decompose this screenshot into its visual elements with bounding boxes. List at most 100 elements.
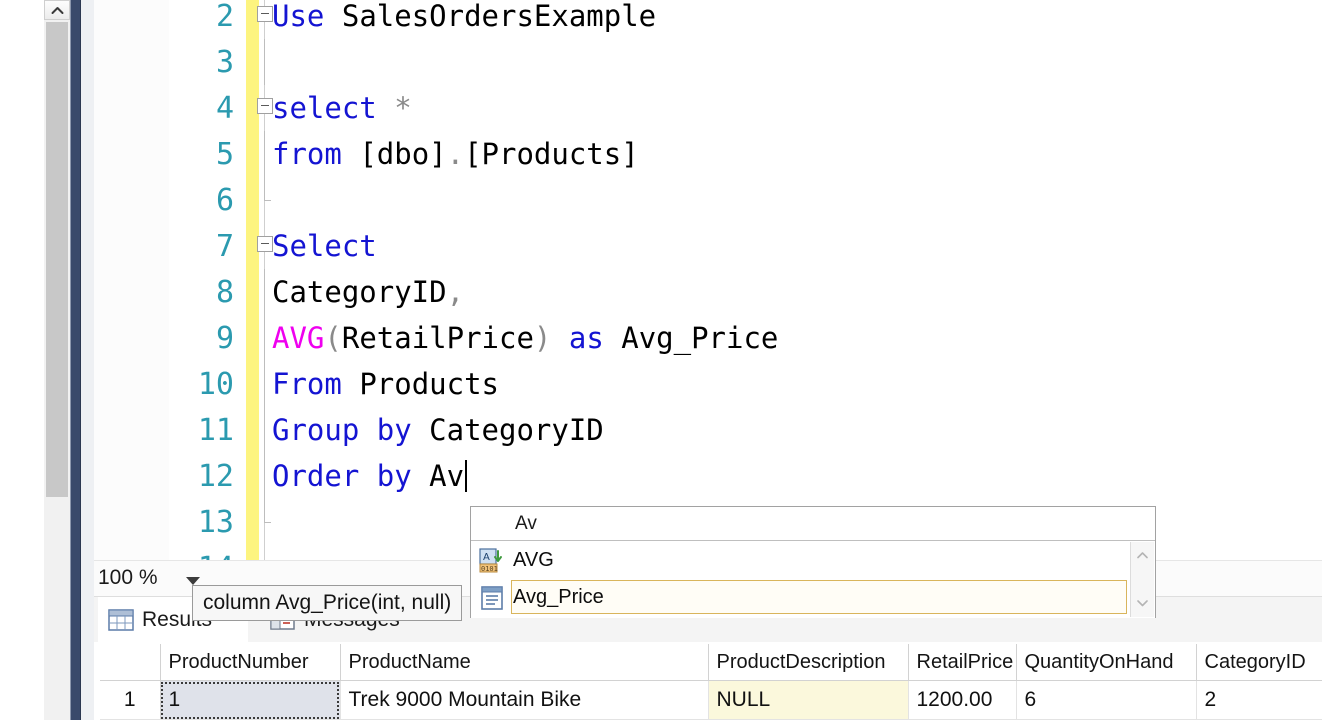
line-number: 13 — [197, 504, 234, 540]
code-token: CategoryID — [429, 413, 604, 447]
code-line[interactable]: 10 From Products — [94, 361, 1322, 407]
column-header[interactable]: ProductDescription — [708, 644, 909, 681]
line-number: 6 — [215, 182, 234, 218]
editor-vertical-scrollbar[interactable] — [44, 0, 71, 720]
scroll-up-button[interactable] — [44, 0, 70, 20]
table-cell[interactable]: 1200.00 — [908, 680, 1017, 720]
column-header[interactable]: ProductNumber — [160, 644, 341, 681]
column-header[interactable]: RetailPrice — [908, 644, 1017, 681]
line-number: 11 — [197, 412, 234, 448]
svg-text:0101: 0101 — [481, 565, 498, 573]
code-token: . — [446, 137, 465, 171]
code-line[interactable]: 8 CategoryID, — [94, 269, 1322, 315]
code-line[interactable]: 11 Group by CategoryID — [94, 407, 1322, 453]
table-cell[interactable]: 1 — [160, 680, 341, 720]
table-cell[interactable]: 2 — [1196, 680, 1322, 720]
intellisense-completion-popup[interactable]: Av A 0101 AVG Avg_Price — [470, 506, 1156, 618]
intellisense-item-label: AVG — [513, 549, 554, 571]
line-number: 9 — [215, 320, 234, 356]
code-line[interactable]: 2 Use SalesOrdersExample — [94, 0, 1322, 39]
collapse-toggle-icon[interactable] — [257, 6, 273, 22]
code-line-text: Use SalesOrdersExample — [272, 0, 656, 39]
column-header[interactable]: CategoryID — [1196, 644, 1322, 681]
code-token: SalesOrdersExample — [341, 0, 657, 33]
zoom-dropdown-arrow-icon[interactable] — [186, 577, 200, 585]
table-cell[interactable]: 6 — [1016, 680, 1197, 720]
code-line-text: Group by CategoryID — [272, 407, 604, 453]
code-token: From — [272, 367, 342, 401]
code-line-text: select * — [272, 85, 412, 131]
window-edge-strip — [70, 0, 81, 720]
column-icon — [481, 585, 503, 610]
collapse-toggle-icon[interactable] — [257, 236, 273, 252]
zoom-level-label: 100 % — [98, 566, 158, 589]
editor-outer-gap — [81, 0, 94, 720]
fold-region-end-icon — [264, 522, 271, 523]
code-line[interactable]: 6 — [94, 177, 1322, 223]
code-line[interactable]: 5 from [dbo]. [Products] — [94, 131, 1322, 177]
code-token: from — [272, 137, 342, 171]
intellisense-scroll-up-button[interactable] — [1131, 544, 1154, 566]
code-token: ( — [324, 321, 342, 355]
table-cell[interactable]: Trek 9000 Mountain Bike — [340, 680, 709, 720]
code-line-text: Select — [272, 223, 377, 269]
code-token: [dbo] — [359, 137, 447, 171]
code-token: AVG — [272, 321, 325, 355]
code-token: select — [272, 91, 377, 125]
code-token: as — [568, 321, 604, 355]
collapse-toggle-icon[interactable] — [257, 98, 273, 114]
code-line[interactable]: 7 Select — [94, 223, 1322, 269]
column-header[interactable]: ProductName — [340, 644, 709, 681]
code-token: , — [446, 275, 465, 309]
intellisense-tooltip: column Avg_Price(int, null) — [192, 585, 463, 621]
code-line-text: CategoryID, — [272, 269, 464, 315]
code-token: * — [394, 91, 412, 125]
fold-guide-line — [264, 315, 265, 361]
scrollbar-thumb[interactable] — [46, 22, 68, 497]
grid-icon — [108, 609, 134, 631]
code-token: ) — [533, 321, 552, 355]
table-header-row: ProductNumber ProductName ProductDescripti… — [100, 644, 1322, 681]
row-number-header[interactable]: 1 — [100, 680, 161, 720]
fold-region-end-icon — [264, 200, 271, 201]
intellisense-scrollbar[interactable] — [1130, 542, 1154, 617]
chevron-up-icon — [1137, 552, 1148, 559]
aggregate-function-icon: A 0101 — [479, 547, 502, 573]
text-cursor — [465, 460, 468, 492]
left-margin — [0, 0, 44, 720]
intellisense-filter-text: Av — [471, 507, 1155, 541]
fold-guide-line — [264, 131, 265, 177]
code-line[interactable]: 3 — [94, 39, 1322, 85]
code-token: Order by — [272, 459, 412, 493]
intellisense-item[interactable]: Avg_Price — [471, 579, 1155, 616]
code-token: Av — [429, 459, 465, 493]
results-table: ProductNumber ProductName ProductDescripti… — [100, 644, 1322, 720]
column-icon — [479, 585, 505, 611]
row-header-corner[interactable] — [100, 644, 161, 681]
code-line[interactable]: 9 AVG(RetailPrice) as Avg_Price — [94, 315, 1322, 361]
fold-guide-line — [264, 39, 265, 85]
code-line-text: from [dbo]. [Products] — [272, 131, 639, 177]
intellisense-item-list[interactable]: A 0101 AVG Avg_Price — [471, 542, 1155, 618]
code-token: [Products] — [464, 137, 639, 171]
fold-guide-line — [264, 407, 265, 453]
aggregate-function-icon: A 0101 — [479, 547, 505, 574]
code-line[interactable]: 12 Order by Av — [94, 453, 1322, 499]
fold-guide-line — [264, 269, 265, 315]
results-grid[interactable]: ProductNumber ProductName ProductDescripti… — [100, 644, 1322, 720]
sql-code-editor[interactable]: 2 Use SalesOrdersExample 3 4 select * 5 from [… — [94, 0, 1322, 560]
column-header[interactable]: QuantityOnHand — [1016, 644, 1197, 681]
table-cell[interactable]: NULL — [708, 680, 909, 720]
svg-text:A: A — [483, 552, 490, 563]
code-line[interactable]: 4 select * — [94, 85, 1322, 131]
line-number: 5 — [215, 136, 234, 172]
intellisense-item[interactable]: A 0101 AVG — [471, 542, 1155, 579]
intellisense-scroll-down-button[interactable] — [1131, 592, 1154, 614]
table-row[interactable]: 1 1 Trek 9000 Mountain Bike NULL 1200.00 6 2 — [100, 680, 1322, 720]
fold-guide-line — [264, 499, 265, 522]
code-token: RetailPrice — [341, 321, 534, 355]
chevron-up-icon — [51, 6, 63, 14]
